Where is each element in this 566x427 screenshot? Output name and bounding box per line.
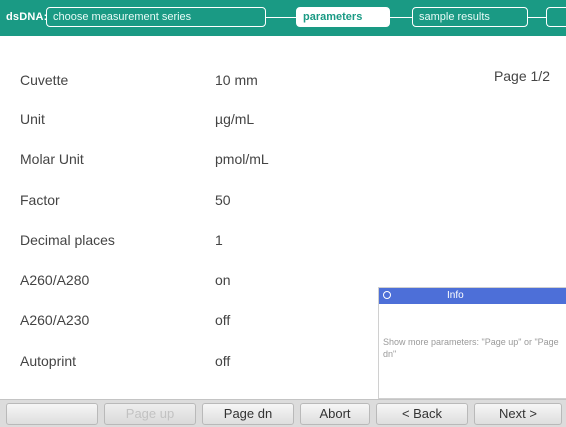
step-next-truncated[interactable]: [546, 7, 566, 27]
page-up-button[interactable]: Page up: [104, 403, 196, 425]
param-label: Cuvette: [20, 72, 69, 88]
back-button[interactable]: < Back: [376, 403, 468, 425]
param-row-molar-unit[interactable]: Molar Unit pmol/mL: [0, 151, 566, 171]
method-title: dsDNA:: [6, 11, 48, 23]
param-label: A260/A230: [20, 312, 90, 328]
param-label: Factor: [20, 192, 60, 208]
param-label: A260/A280: [20, 272, 90, 288]
param-value[interactable]: 1: [215, 232, 223, 248]
info-panel-header: Info: [379, 288, 566, 304]
param-label: Unit: [20, 111, 45, 127]
abort-button[interactable]: Abort: [300, 403, 370, 425]
step-choose-measurement-series[interactable]: choose measurement series: [46, 7, 266, 27]
param-value[interactable]: µg/mL: [215, 111, 254, 127]
step-sample-results[interactable]: sample results: [412, 7, 528, 27]
param-row-unit[interactable]: Unit µg/mL: [0, 111, 566, 131]
param-value[interactable]: pmol/mL: [215, 151, 269, 167]
param-label: Molar Unit: [20, 151, 84, 167]
step-connector: [528, 17, 546, 18]
param-value[interactable]: on: [215, 272, 231, 288]
workflow-bar: dsDNA: choose measurement series paramet…: [0, 0, 566, 36]
step-connector: [266, 17, 296, 18]
param-value[interactable]: 10 mm: [215, 72, 258, 88]
param-row-factor[interactable]: Factor 50: [0, 192, 566, 212]
param-label: Autoprint: [20, 353, 77, 369]
step-parameters[interactable]: parameters: [296, 7, 390, 27]
step-connector: [390, 17, 412, 18]
param-row-decimal-places[interactable]: Decimal places 1: [0, 232, 566, 252]
info-panel-text: Show more parameters: "Page up" or "Page…: [383, 337, 559, 359]
info-panel: Info Show more parameters: "Page up" or …: [378, 287, 566, 399]
info-panel-title: Info: [447, 290, 464, 301]
blank-button: [6, 403, 98, 425]
param-row-cuvette[interactable]: Cuvette 10 mm: [0, 72, 566, 92]
info-icon: [383, 291, 391, 299]
param-value[interactable]: 50: [215, 192, 231, 208]
param-label: Decimal places: [20, 232, 115, 248]
bottom-button-bar: Page up Page dn Abort < Back Next >: [0, 399, 566, 427]
next-button[interactable]: Next >: [474, 403, 562, 425]
page-dn-button[interactable]: Page dn: [202, 403, 294, 425]
param-value[interactable]: off: [215, 312, 230, 328]
param-value[interactable]: off: [215, 353, 230, 369]
